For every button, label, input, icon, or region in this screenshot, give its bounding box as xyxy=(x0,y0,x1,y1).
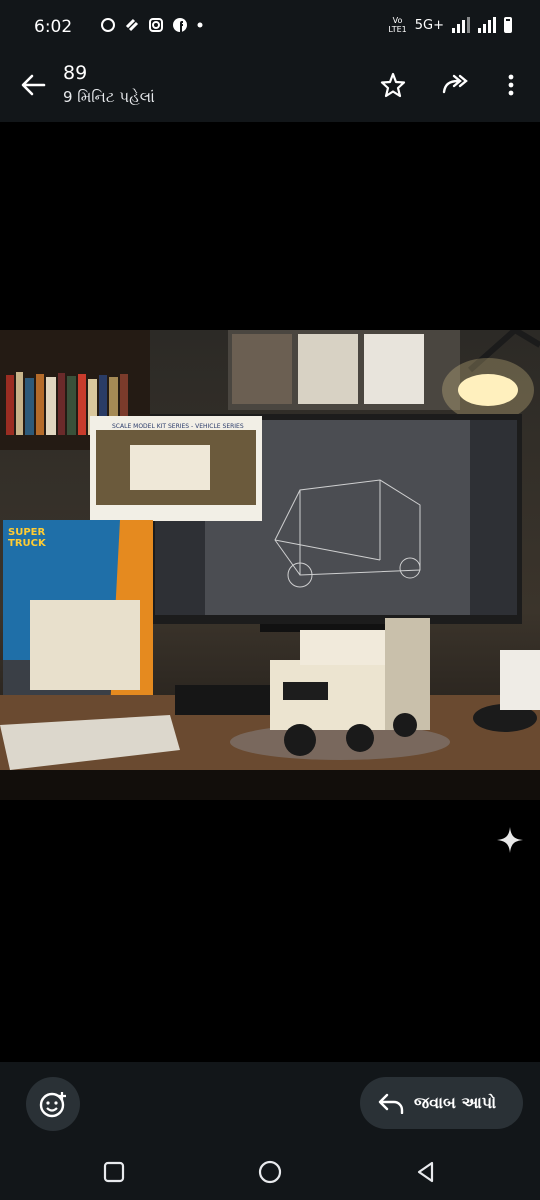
signal-icon xyxy=(452,17,470,33)
status-bar: 6:02 Vo LTE1 5G+ xyxy=(0,0,540,56)
sparkle-icon[interactable] xyxy=(496,826,524,854)
app-bar: 89 9 મિનિટ પહેલાં xyxy=(0,56,540,122)
shared-image[interactable]: SCALE MODEL KIT SERIES - VEHICLE SERIES … xyxy=(0,330,540,800)
svg-text:TRUCK: TRUCK xyxy=(8,538,47,549)
svg-text:SUPER: SUPER xyxy=(8,527,45,538)
facebook-icon xyxy=(173,18,187,32)
whatsapp-icon xyxy=(101,18,115,32)
timestamp-subtitle: 9 મિનિટ પહેલાં xyxy=(63,88,155,106)
instagram-icon xyxy=(149,18,163,32)
status-right: Vo LTE1 5G+ xyxy=(388,16,512,34)
photo-illustration: SCALE MODEL KIT SERIES - VEHICLE SERIES … xyxy=(0,330,540,800)
emoji-react-button[interactable] xyxy=(26,1077,80,1131)
back-arrow-icon[interactable] xyxy=(18,70,48,100)
signal-icon-2 xyxy=(478,17,496,33)
home-icon[interactable] xyxy=(258,1160,282,1184)
forward-icon[interactable] xyxy=(440,70,470,100)
more-icon[interactable] xyxy=(496,70,526,100)
network-type: 5G+ xyxy=(414,17,444,33)
reply-arrow-icon xyxy=(378,1093,404,1114)
reply-button[interactable]: જવાબ આપો xyxy=(360,1077,523,1129)
link-icon xyxy=(125,18,139,32)
status-time: 6:02 xyxy=(34,17,73,37)
svg-text:SCALE MODEL KIT SERIES - VEHIC: SCALE MODEL KIT SERIES - VEHICLE SERIES xyxy=(112,423,244,430)
volte-label: Vo LTE1 xyxy=(388,16,407,34)
emoji-add-icon xyxy=(39,1092,66,1118)
battery-icon xyxy=(504,17,512,33)
bottom-action-bar: જવાબ આપો xyxy=(0,1062,540,1144)
recents-icon[interactable] xyxy=(102,1160,126,1184)
system-nav-bar xyxy=(0,1144,540,1200)
sender-title: 89 xyxy=(63,62,88,84)
notification-icons xyxy=(100,17,204,33)
star-icon[interactable] xyxy=(378,70,408,100)
reply-label: જવાબ આપો xyxy=(414,1093,497,1112)
back-icon[interactable] xyxy=(414,1160,438,1184)
dot-icon xyxy=(197,22,203,28)
